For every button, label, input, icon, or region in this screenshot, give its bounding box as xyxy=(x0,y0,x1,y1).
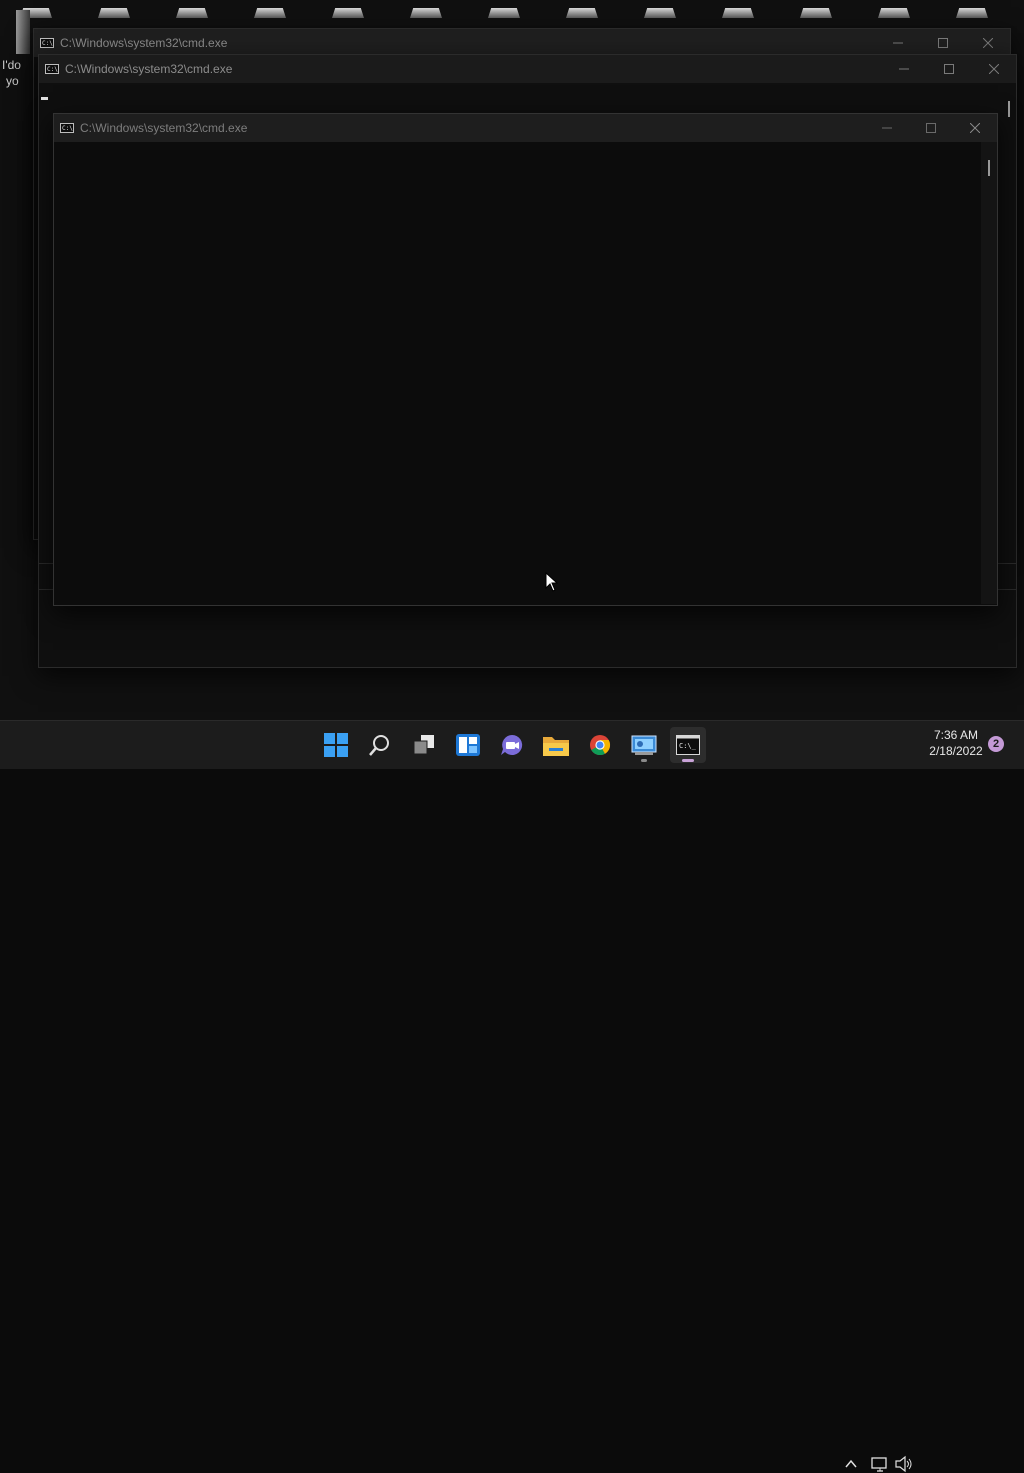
desktop-icon[interactable] xyxy=(878,8,910,18)
title-bar[interactable]: C:\ C:\Windows\system32\cmd.exe xyxy=(34,29,1010,57)
text-cursor xyxy=(41,97,48,100)
file-explorer-button[interactable] xyxy=(538,727,574,763)
cmd-icon: C:\ xyxy=(40,38,54,48)
desktop-icon[interactable] xyxy=(488,8,520,18)
chrome-button[interactable] xyxy=(582,727,618,763)
maximize-button[interactable] xyxy=(921,29,965,57)
maximize-icon xyxy=(938,38,948,48)
chat-button[interactable] xyxy=(494,727,530,763)
desktop-icon[interactable] xyxy=(722,8,754,18)
minimize-button[interactable] xyxy=(882,55,926,83)
task-view-icon xyxy=(413,735,434,755)
close-button[interactable] xyxy=(972,55,1016,83)
minimize-button[interactable] xyxy=(876,29,920,57)
title-bar[interactable]: C:\ C:\Windows\system32\cmd.exe xyxy=(54,114,997,142)
clock[interactable]: 7:36 AM 2/18/2022 xyxy=(920,727,992,759)
running-indicator xyxy=(641,759,647,762)
cmd-icon: C:\ xyxy=(60,123,74,133)
notification-badge[interactable]: 2 xyxy=(988,736,1004,752)
desktop-icon[interactable] xyxy=(410,8,442,18)
text-fragment: yo xyxy=(6,74,19,88)
control-panel-icon xyxy=(631,735,657,755)
desktop-icon[interactable] xyxy=(644,8,676,18)
desktop-icon[interactable] xyxy=(176,8,208,18)
scrollbar-thumb[interactable] xyxy=(1008,101,1010,117)
close-icon xyxy=(983,38,993,48)
scrollbar[interactable] xyxy=(981,142,997,604)
taskbar: C:\_ xyxy=(0,720,1024,1473)
widgets-button[interactable] xyxy=(450,727,486,763)
chevron-up-icon[interactable] xyxy=(845,1455,857,1473)
maximize-button[interactable] xyxy=(909,114,953,142)
search-icon xyxy=(369,735,389,756)
minimize-icon xyxy=(882,127,892,129)
text-fragment: I'do xyxy=(2,58,21,72)
close-button[interactable] xyxy=(966,29,1010,57)
desktop-icon[interactable] xyxy=(332,8,364,18)
teams-chat-icon xyxy=(501,734,523,755)
command-prompt-icon: C:\_ xyxy=(676,735,700,755)
file-icon xyxy=(16,10,30,54)
windows-logo-icon xyxy=(324,733,348,757)
control-panel-button[interactable] xyxy=(626,727,662,763)
volume-icon[interactable] xyxy=(895,1455,913,1473)
cmd-window-front[interactable]: C:\ C:\Windows\system32\cmd.exe xyxy=(53,113,998,606)
chrome-icon xyxy=(590,735,611,756)
desktop-icon[interactable] xyxy=(98,8,130,18)
title-bar[interactable]: C:\ C:\Windows\system32\cmd.exe xyxy=(39,55,1016,83)
minimize-icon xyxy=(899,68,909,70)
minimize-button[interactable] xyxy=(865,114,909,142)
maximize-icon xyxy=(944,64,954,74)
desktop-icon[interactable] xyxy=(566,8,598,18)
widgets-icon xyxy=(456,734,480,756)
close-button[interactable] xyxy=(953,114,997,142)
window-title: C:\Windows\system32\cmd.exe xyxy=(60,36,228,50)
svg-text:C:\_: C:\_ xyxy=(679,742,697,750)
close-icon xyxy=(989,64,999,74)
desktop-icon[interactable] xyxy=(800,8,832,18)
desktop-icon[interactable] xyxy=(254,8,286,18)
command-prompt-button[interactable]: C:\_ xyxy=(670,727,706,763)
close-icon xyxy=(970,123,980,133)
minimize-icon xyxy=(893,42,903,44)
maximize-icon xyxy=(926,123,936,133)
clock-time: 7:36 AM xyxy=(933,728,979,742)
desktop-icon[interactable] xyxy=(956,8,988,18)
clock-date: 2/18/2022 xyxy=(929,744,983,758)
network-icon[interactable] xyxy=(871,1455,889,1473)
cmd-icon: C:\ xyxy=(45,64,59,74)
start-button[interactable] xyxy=(318,727,354,763)
window-title: C:\Windows\system32\cmd.exe xyxy=(65,62,233,76)
mouse-pointer-icon xyxy=(545,572,559,592)
folder-icon xyxy=(543,737,569,756)
search-button[interactable] xyxy=(362,727,398,763)
background-window-edge: I'do yo xyxy=(0,10,34,710)
scrollbar-thumb[interactable] xyxy=(988,160,990,176)
running-indicator xyxy=(682,759,694,762)
window-title: C:\Windows\system32\cmd.exe xyxy=(80,121,248,135)
maximize-button[interactable] xyxy=(927,55,971,83)
task-view-button[interactable] xyxy=(406,727,442,763)
